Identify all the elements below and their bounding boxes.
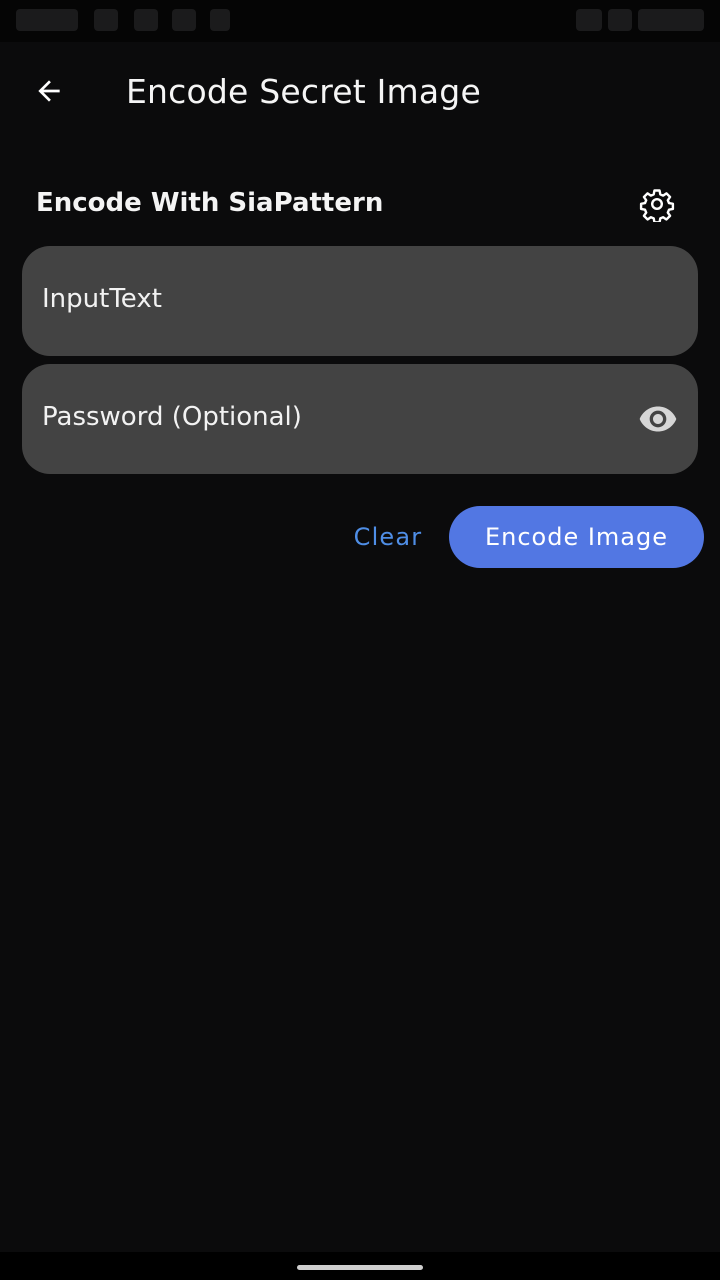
signal-icon	[608, 9, 632, 31]
home-gesture-handle[interactable]	[297, 1265, 423, 1270]
app-bar: Encode Secret Image	[0, 42, 720, 142]
password-field[interactable]: Password (Optional)	[22, 364, 698, 474]
status-bar-notification-icon	[172, 9, 196, 31]
arrow-back-icon	[38, 80, 60, 102]
input-text-placeholder: InputText	[42, 284, 162, 314]
status-bar-notification-icon	[94, 9, 118, 31]
encode-screen: Encode Secret Image Encode With SiaPatte…	[0, 0, 720, 1280]
wifi-icon	[576, 9, 602, 31]
password-visibility-toggle[interactable]	[636, 398, 680, 440]
page-title: Encode Secret Image	[126, 72, 481, 111]
status-bar-notification-icon	[134, 9, 158, 31]
section-header: Encode With SiaPattern	[36, 180, 684, 228]
input-text-field[interactable]: InputText	[22, 246, 698, 356]
password-placeholder: Password (Optional)	[42, 402, 302, 432]
status-bar	[0, 0, 720, 42]
status-bar-notification-icon	[210, 9, 230, 31]
eye-icon	[639, 406, 677, 432]
gear-icon	[639, 189, 675, 222]
settings-button[interactable]	[636, 183, 678, 225]
clear-button[interactable]: Clear	[340, 506, 436, 568]
encode-image-button[interactable]: Encode Image	[449, 506, 704, 568]
section-title: Encode With SiaPattern	[36, 188, 384, 218]
status-bar-clock	[16, 9, 78, 31]
navigation-bar	[0, 1252, 720, 1280]
back-button[interactable]	[26, 68, 72, 114]
battery-icon	[638, 9, 704, 31]
